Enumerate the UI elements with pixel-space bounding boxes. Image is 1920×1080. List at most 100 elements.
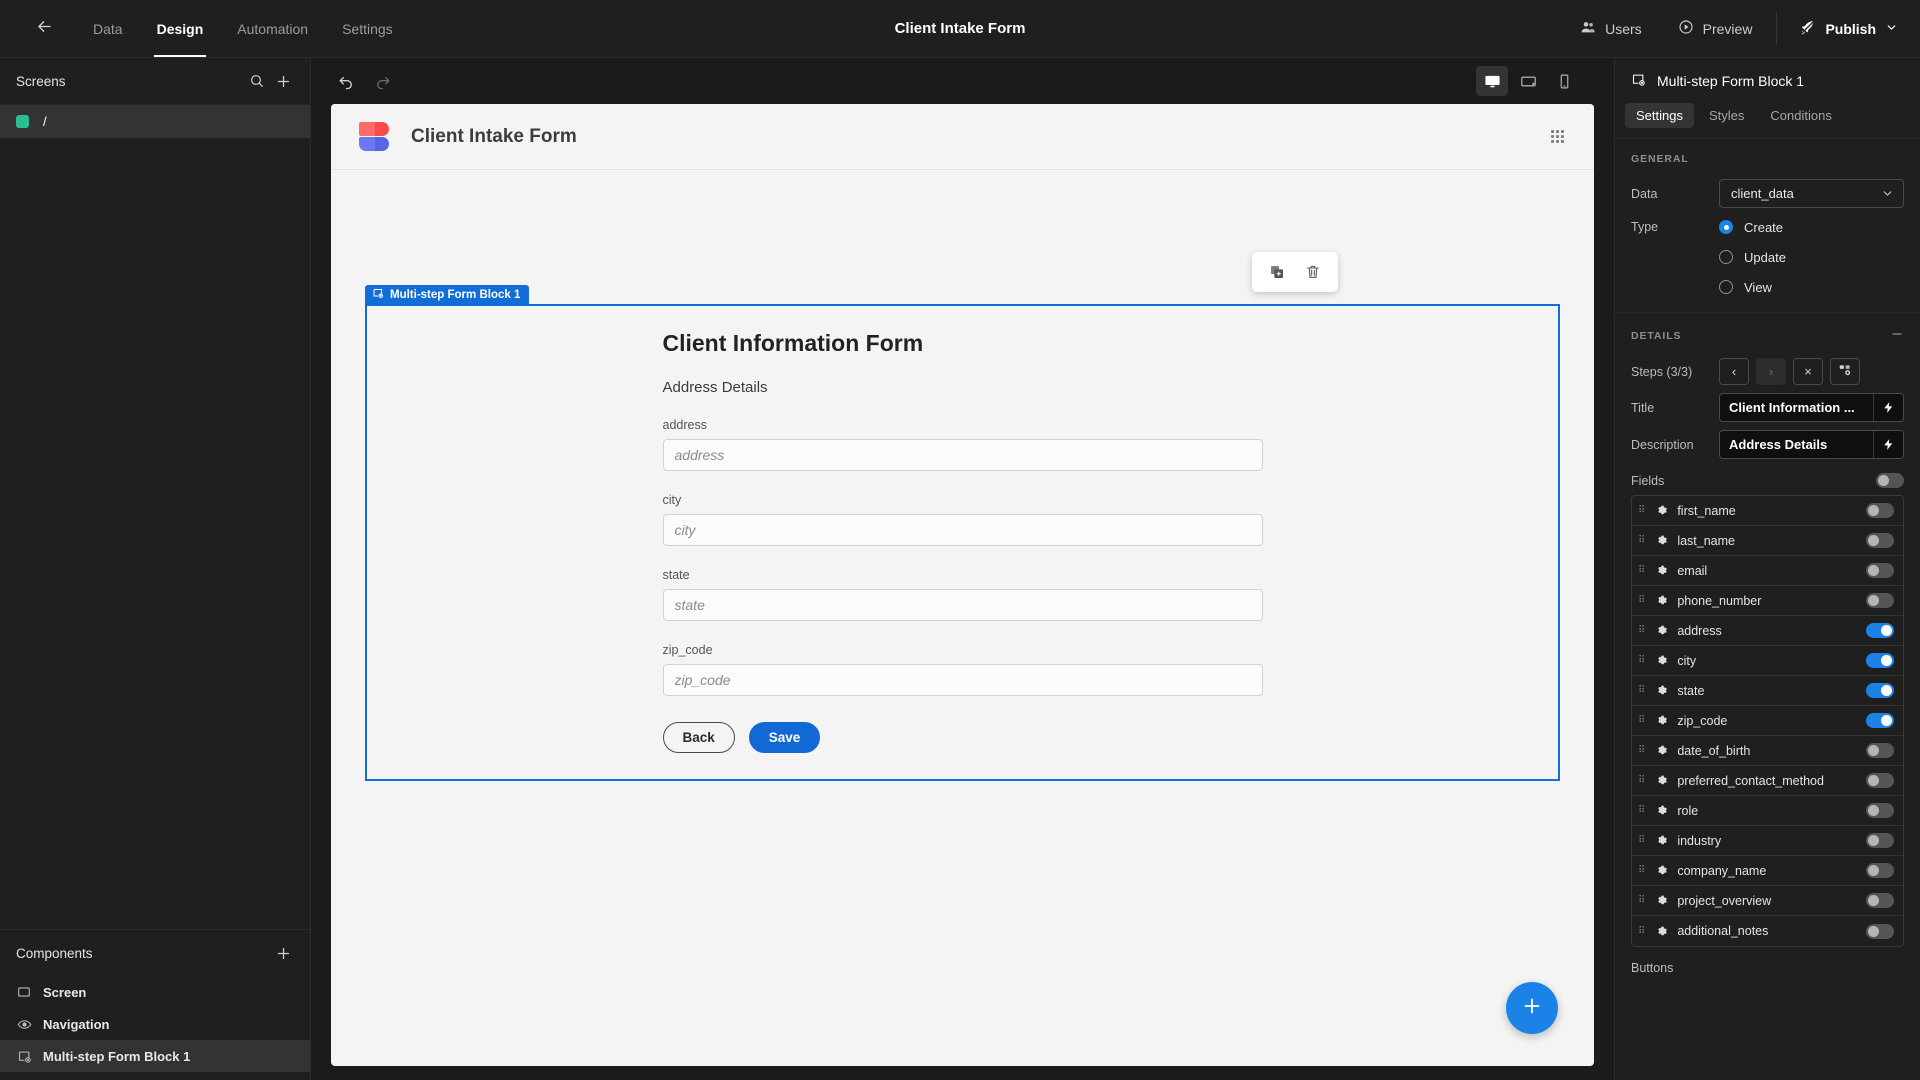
field-row-city[interactable]: ⠿ city xyxy=(1632,646,1903,676)
field-toggle[interactable] xyxy=(1866,593,1894,608)
component-item-screen[interactable]: Screen xyxy=(0,976,310,1008)
tab-conditions[interactable]: Conditions xyxy=(1759,103,1842,128)
step-prev-button[interactable]: ‹ xyxy=(1719,358,1749,385)
search-icon[interactable] xyxy=(249,73,265,89)
field-row-zip_code[interactable]: ⠿ zip_code xyxy=(1632,706,1903,736)
field-toggle[interactable] xyxy=(1866,653,1894,668)
tab-styles[interactable]: Styles xyxy=(1698,103,1755,128)
drag-handle-icon[interactable]: ⠿ xyxy=(1638,836,1646,846)
field-row-email[interactable]: ⠿ email xyxy=(1632,556,1903,586)
gear-icon[interactable] xyxy=(1655,564,1668,577)
state-input[interactable] xyxy=(662,589,1263,621)
field-toggle[interactable] xyxy=(1866,503,1894,518)
field-toggle[interactable] xyxy=(1866,833,1894,848)
gear-icon[interactable] xyxy=(1655,744,1668,757)
duplicate-icon[interactable] xyxy=(1262,259,1292,285)
address-input[interactable] xyxy=(662,439,1263,471)
drag-handle-icon[interactable]: ⠿ xyxy=(1638,866,1646,876)
device-desktop-button[interactable] xyxy=(1476,66,1508,96)
users-button[interactable]: Users xyxy=(1562,0,1660,57)
drag-handle-icon[interactable]: ⠿ xyxy=(1638,506,1646,516)
field-toggle[interactable] xyxy=(1866,683,1894,698)
description-field[interactable]: Address Details xyxy=(1719,430,1904,459)
gear-icon[interactable] xyxy=(1655,864,1668,877)
fields-master-toggle[interactable] xyxy=(1876,473,1904,488)
drag-handle-icon[interactable]: ⠿ xyxy=(1638,806,1646,816)
grid-icon[interactable] xyxy=(1549,128,1566,145)
field-toggle[interactable] xyxy=(1866,563,1894,578)
drag-handle-icon[interactable]: ⠿ xyxy=(1638,776,1646,786)
step-remove-button[interactable]: × xyxy=(1793,358,1823,385)
component-item-navigation[interactable]: Navigation xyxy=(0,1008,310,1040)
field-toggle[interactable] xyxy=(1866,863,1894,878)
field-toggle[interactable] xyxy=(1866,743,1894,758)
field-toggle[interactable] xyxy=(1866,773,1894,788)
type-radio-view[interactable]: View xyxy=(1719,280,1772,295)
gear-icon[interactable] xyxy=(1655,804,1668,817)
gear-icon[interactable] xyxy=(1655,504,1668,517)
collapse-icon[interactable] xyxy=(1890,327,1904,344)
add-screen-icon[interactable] xyxy=(275,73,292,90)
nav-tab-data[interactable]: Data xyxy=(76,0,140,57)
drag-handle-icon[interactable]: ⠿ xyxy=(1638,596,1646,606)
binding-lightning-icon[interactable] xyxy=(1873,431,1903,458)
drag-handle-icon[interactable]: ⠿ xyxy=(1638,926,1646,936)
field-row-state[interactable]: ⠿ state xyxy=(1632,676,1903,706)
add-component-icon[interactable] xyxy=(275,945,292,962)
gear-icon[interactable] xyxy=(1655,534,1668,547)
gear-icon[interactable] xyxy=(1655,684,1668,697)
step-next-button[interactable]: › xyxy=(1756,358,1786,385)
drag-handle-icon[interactable]: ⠿ xyxy=(1638,566,1646,576)
gear-icon[interactable] xyxy=(1655,894,1668,907)
undo-icon[interactable] xyxy=(331,66,361,96)
field-row-role[interactable]: ⠿ role xyxy=(1632,796,1903,826)
field-toggle[interactable] xyxy=(1866,923,1894,939)
city-input[interactable] xyxy=(662,514,1263,546)
field-row-project_overview[interactable]: ⠿ project_overview xyxy=(1632,886,1903,916)
field-row-additional_notes[interactable]: ⠿ additional_notes xyxy=(1632,916,1903,946)
field-toggle[interactable] xyxy=(1866,803,1894,818)
gear-icon[interactable] xyxy=(1655,654,1668,667)
field-toggle[interactable] xyxy=(1866,533,1894,548)
back-button[interactable]: Back xyxy=(662,722,735,753)
drag-handle-icon[interactable]: ⠿ xyxy=(1638,746,1646,756)
chevron-down-icon[interactable] xyxy=(1885,21,1898,37)
drag-handle-icon[interactable]: ⠿ xyxy=(1638,626,1646,636)
back-button[interactable] xyxy=(22,0,66,57)
title-field[interactable]: Client Information ... xyxy=(1719,393,1904,422)
step-add-button[interactable] xyxy=(1830,358,1860,385)
nav-tab-design[interactable]: Design xyxy=(140,0,221,57)
device-mobile-button[interactable] xyxy=(1548,66,1580,96)
redo-icon[interactable] xyxy=(367,66,397,96)
nav-tab-settings[interactable]: Settings xyxy=(325,0,410,57)
type-radio-create[interactable]: Create xyxy=(1719,220,1783,235)
gear-icon[interactable] xyxy=(1655,594,1668,607)
gear-icon[interactable] xyxy=(1655,925,1668,938)
block-selection-tag[interactable]: Multi-step Form Block 1 xyxy=(365,285,530,304)
multi-step-form-block[interactable]: Client Information Form Address Details … xyxy=(365,304,1560,781)
drag-handle-icon[interactable]: ⠿ xyxy=(1638,686,1646,696)
field-row-first_name[interactable]: ⠿ first_name xyxy=(1632,496,1903,526)
field-row-industry[interactable]: ⠿ industry xyxy=(1632,826,1903,856)
drag-handle-icon[interactable]: ⠿ xyxy=(1638,716,1646,726)
tab-settings[interactable]: Settings xyxy=(1625,103,1694,128)
field-toggle[interactable] xyxy=(1866,893,1894,908)
publish-button[interactable]: Publish xyxy=(1783,0,1920,57)
save-button[interactable]: Save xyxy=(748,722,821,753)
screen-item-root[interactable]: / xyxy=(0,105,310,138)
gear-icon[interactable] xyxy=(1655,624,1668,637)
field-row-address[interactable]: ⠿ address xyxy=(1632,616,1903,646)
drag-handle-icon[interactable]: ⠿ xyxy=(1638,536,1646,546)
gear-icon[interactable] xyxy=(1655,834,1668,847)
gear-icon[interactable] xyxy=(1655,714,1668,727)
field-row-company_name[interactable]: ⠿ company_name xyxy=(1632,856,1903,886)
nav-tab-automation[interactable]: Automation xyxy=(220,0,325,57)
field-toggle[interactable] xyxy=(1866,713,1894,728)
drag-handle-icon[interactable]: ⠿ xyxy=(1638,656,1646,666)
delete-icon[interactable] xyxy=(1298,259,1328,285)
field-row-last_name[interactable]: ⠿ last_name xyxy=(1632,526,1903,556)
field-row-phone_number[interactable]: ⠿ phone_number xyxy=(1632,586,1903,616)
data-select[interactable]: client_data xyxy=(1719,179,1904,208)
component-item-multi-step-form-block[interactable]: Multi-step Form Block 1 xyxy=(0,1040,310,1072)
preview-button[interactable]: Preview xyxy=(1660,0,1771,57)
